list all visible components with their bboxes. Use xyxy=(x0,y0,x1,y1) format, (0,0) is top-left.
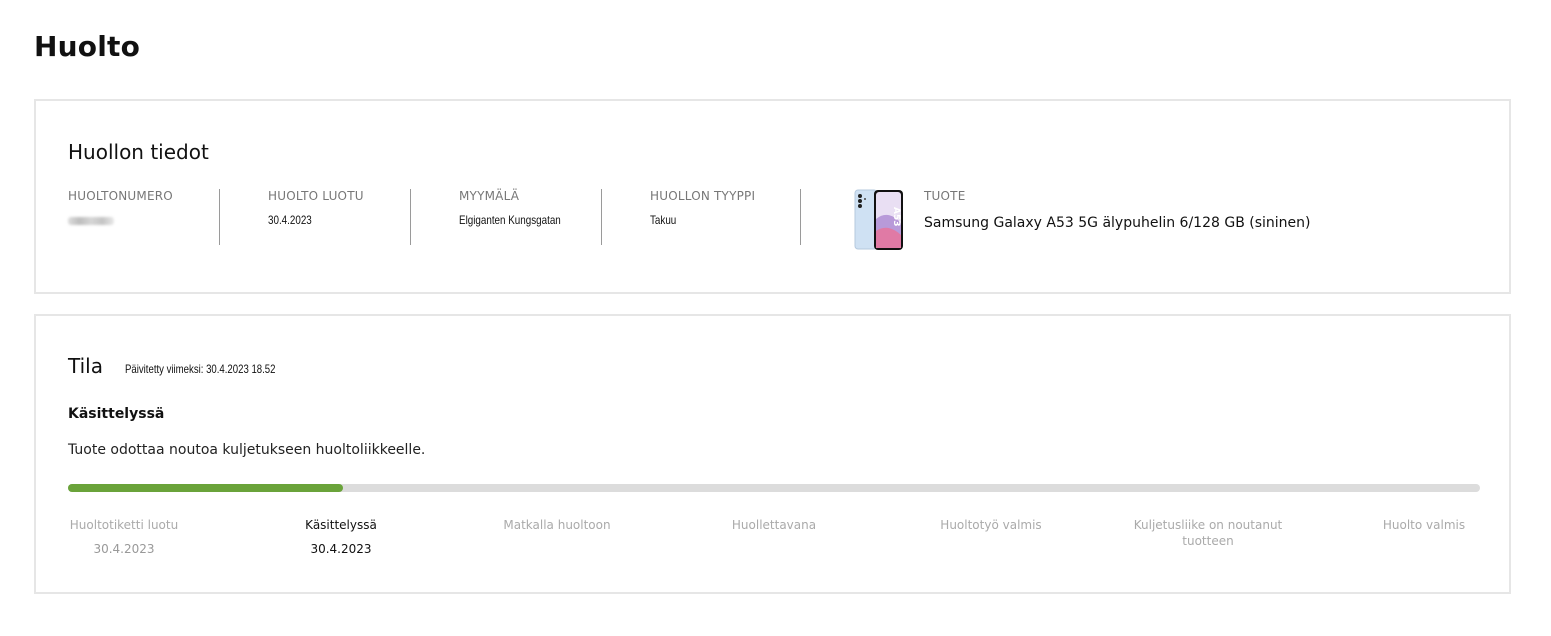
service-type-field: HUOLLON TYYPPI Takuu xyxy=(650,189,755,247)
current-state-title: Käsittelyssä xyxy=(68,406,165,422)
page-title: Huolto xyxy=(34,30,141,63)
product-field: TUOTE Samsung Galaxy A53 5G älypuhelin 6… xyxy=(924,189,1310,231)
service-type-label: HUOLLON TYYPPI xyxy=(650,189,756,203)
last-updated: Päivitetty viimeksi: 30.4.2023 18.52 xyxy=(124,362,276,376)
step-ticket-created: Huoltotiketti luotu 30.4.2023 xyxy=(49,517,199,557)
step-service-done: Huoltotyö valmis xyxy=(916,517,1066,533)
service-info-title: Huollon tiedot xyxy=(68,140,209,164)
product-image: A53 xyxy=(854,189,903,250)
product-label: TUOTE xyxy=(924,189,966,203)
store-field: MYYMÄLÄ Elgiganten Kungsgatan xyxy=(459,189,583,247)
step-label: Käsittelyssä xyxy=(305,518,377,532)
product-name: Samsung Galaxy A53 5G älypuhelin 6/128 G… xyxy=(924,215,1311,231)
status-card: Tila Päivitetty viimeksi: 30.4.2023 18.5… xyxy=(34,314,1511,594)
step-in-transit: Matkalla huoltoon xyxy=(482,517,632,533)
step-label: Huoltotiketti luotu xyxy=(69,518,179,532)
current-state-description: Tuote odottaa noutoa kuljetukseen huolto… xyxy=(68,442,426,458)
divider xyxy=(219,189,220,245)
step-picked-up: Kuljetusliike on noutanut tuotteen xyxy=(1132,517,1284,549)
created-date-label: HUOLTO LUOTU xyxy=(268,189,364,203)
step-label: Huoltotyö valmis xyxy=(940,518,1042,532)
step-processing: Käsittelyssä 30.4.2023 xyxy=(266,517,416,557)
step-label: Matkalla huoltoon xyxy=(503,518,611,532)
status-header: Tila Päivitetty viimeksi: 30.4.2023 18.5… xyxy=(68,354,313,378)
progress-bar-fill xyxy=(68,484,344,492)
created-date-value: 30.4.2023 xyxy=(268,213,312,227)
divider xyxy=(601,189,602,245)
service-number-label: HUOLTONUMERO xyxy=(68,189,173,203)
step-label: Huollettavana xyxy=(731,518,817,532)
service-number-redacted xyxy=(68,217,114,225)
product-image-text: A53 xyxy=(891,207,901,227)
divider xyxy=(410,189,411,245)
step-date: 30.4.2023 xyxy=(93,542,155,556)
created-date-field: HUOLTO LUOTU 30.4.2023 xyxy=(268,189,364,247)
step-label: Huolto valmis xyxy=(1382,518,1466,532)
store-label: MYYMÄLÄ xyxy=(459,189,520,203)
store-value: Elgiganten Kungsgatan xyxy=(459,213,561,227)
step-complete: Huolto valmis xyxy=(1349,517,1499,533)
status-title: Tila xyxy=(68,354,103,378)
step-date: 30.4.2023 xyxy=(310,542,372,556)
divider xyxy=(800,189,801,245)
step-being-serviced: Huollettavana xyxy=(699,517,849,533)
progress-bar xyxy=(68,484,1480,492)
service-type-value: Takuu xyxy=(650,213,677,227)
service-info-card: Huollon tiedot HUOLTONUMERO HUOLTO LUOTU… xyxy=(34,99,1511,294)
step-label: Kuljetusliike on noutanut tuotteen xyxy=(1133,518,1283,548)
service-number-field: HUOLTONUMERO xyxy=(68,189,173,247)
